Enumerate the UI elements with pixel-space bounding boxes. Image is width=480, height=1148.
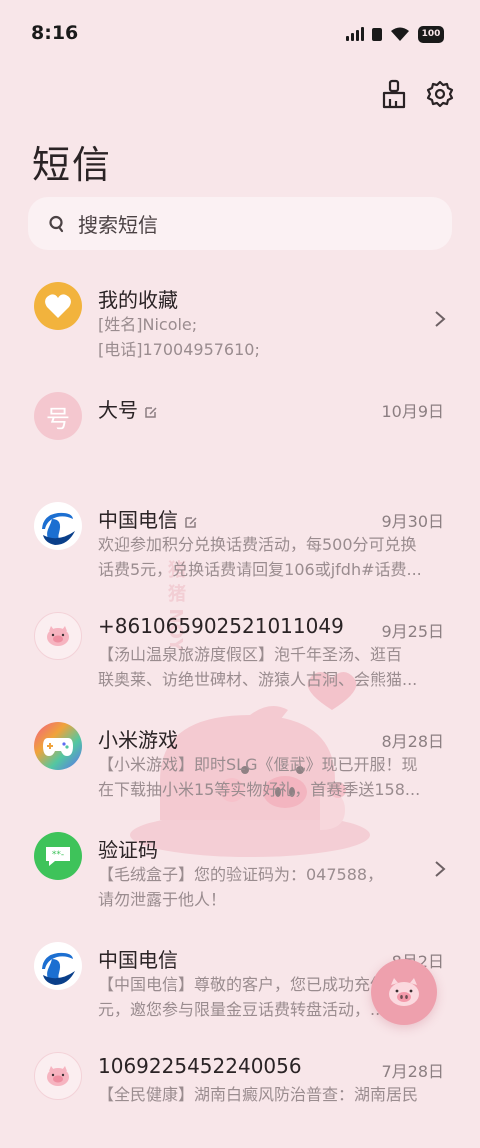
conversation-preview: 【小米游戏】即时SLG《偃武》现已开服！现 在下载抽小米15等实物好礼，首赛季送… bbox=[98, 755, 421, 799]
chevron-right-icon bbox=[435, 861, 446, 877]
conversation-name: 验证码 bbox=[98, 838, 158, 862]
conversation-name: +8610659025210110​49 bbox=[98, 614, 344, 638]
conversation-date: 10月9日 bbox=[381, 402, 444, 421]
search-icon bbox=[49, 215, 64, 232]
chevron-right-icon bbox=[435, 311, 446, 327]
conversation-name: 中国电信 bbox=[98, 504, 198, 533]
battery-icon: 100 bbox=[418, 25, 444, 43]
china-telecom-logo bbox=[34, 502, 82, 550]
conversation-name: 我的收藏 bbox=[98, 288, 178, 312]
brush-icon[interactable] bbox=[380, 78, 408, 110]
status-time: 8:16 bbox=[31, 22, 79, 44]
conversation-preview: 【全民健康】湖南白癜风防治普查：湖南居民 bbox=[98, 1085, 419, 1104]
conversation-name: 大号 bbox=[98, 394, 158, 423]
draft-icon bbox=[145, 406, 157, 418]
search-placeholder: 搜索短信 bbox=[78, 213, 158, 237]
list-item[interactable]: 小米游戏 8月28日 【小米游戏】即时SLG《偃武》现已开服！现 在下载抽小米1… bbox=[0, 708, 480, 818]
conversation-preview: [姓名]Nicole; [电话]17004957610; bbox=[98, 315, 260, 359]
number-avatar: 号 bbox=[34, 392, 82, 440]
heart-icon bbox=[34, 282, 82, 330]
gear-icon[interactable] bbox=[426, 78, 454, 110]
wifi-icon bbox=[391, 27, 409, 41]
status-bar: 8:16 100 bbox=[0, 0, 480, 68]
conversation-name: 1069225452240056 bbox=[98, 1054, 302, 1078]
gamepad-icon bbox=[34, 722, 82, 770]
conversation-date: 9月30日 bbox=[381, 512, 444, 531]
message-bubble-icon: **- bbox=[34, 832, 82, 880]
svg-text:**-: **- bbox=[52, 850, 64, 860]
page-title: 短信 bbox=[32, 143, 113, 187]
list-item[interactable]: 号 大号 10月9日 bbox=[0, 378, 480, 488]
sim-icon bbox=[372, 27, 382, 41]
conversation-preview: 【汤山温泉旅游度假区】泡千年圣汤、逛百 联奥莱、访绝世碑材、游猿人古洞、会熊猫.… bbox=[98, 645, 418, 689]
search-bar[interactable]: 搜索短信 bbox=[28, 197, 452, 250]
list-item[interactable]: +8610659025210110​49 9月25日 【汤山温泉旅游度假区】泡千… bbox=[0, 598, 480, 708]
conversation-date: 8月28日 bbox=[381, 732, 444, 751]
pig-compose-icon bbox=[389, 978, 419, 1006]
pig-avatar bbox=[34, 1052, 82, 1100]
pig-avatar bbox=[34, 612, 82, 660]
conversation-name: 中国电信 bbox=[98, 948, 178, 972]
draft-icon bbox=[185, 516, 197, 528]
status-icons: 100 bbox=[346, 24, 444, 44]
list-item[interactable]: **- 验证码 【毛绒盒子】您的验证码为：047588， 请勿泄露于他人！ bbox=[0, 818, 480, 928]
compose-button[interactable] bbox=[371, 959, 437, 1025]
signal-icon bbox=[346, 27, 364, 41]
conversation-preview: 【毛绒盒子】您的验证码为：047588， 请勿泄露于他人！ bbox=[98, 865, 384, 909]
conversation-date: 9月25日 bbox=[381, 622, 444, 641]
list-item[interactable]: 我的收藏 [姓名]Nicole; [电话]17004957610; bbox=[0, 268, 480, 378]
list-item[interactable]: 中国电信 9月30日 欢迎参加积分兑换话费活动，每500分可兑换 话费5元，兑换… bbox=[0, 488, 480, 598]
header-actions bbox=[380, 78, 454, 110]
conversation-preview: 欢迎参加积分兑换话费活动，每500分可兑换 话费5元，兑换话费请回复106或jf… bbox=[98, 535, 422, 579]
conversation-name: 小米游戏 bbox=[98, 728, 178, 752]
china-telecom-logo bbox=[34, 942, 82, 990]
list-item[interactable]: 1069225452240056 7月28日 【全民健康】湖南白癜风防治普查：湖… bbox=[0, 1038, 480, 1148]
conversation-date: 7月28日 bbox=[381, 1062, 444, 1081]
